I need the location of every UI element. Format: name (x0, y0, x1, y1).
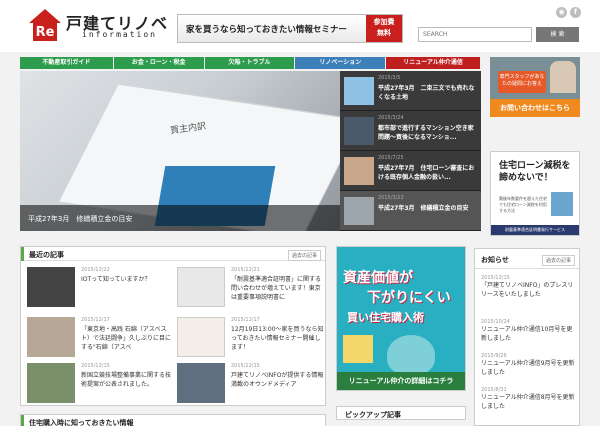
article-thumbnail (177, 267, 225, 307)
hero-list-item[interactable]: 2015/7/25 平成27年7月 住宅ローン審査における既存個人金融の扱い..… (340, 151, 481, 191)
house-illustration (343, 335, 373, 363)
rss-icon[interactable]: ◉ (556, 7, 567, 18)
staff-photo (550, 61, 576, 93)
facebook-icon[interactable]: f (570, 7, 581, 18)
seminar-banner[interactable]: 家を買うなら知っておきたい情報セミナー 参加費 無料 (177, 14, 403, 43)
nav-item-guide[interactable]: 不動産取引ガイド (20, 57, 113, 69)
ad-line-1: 資産価値が (343, 270, 413, 286)
contact-bubble: 専門スタッフがあなたの疑問にお答え (498, 71, 546, 93)
thumbnail (344, 197, 374, 225)
seminar-banner-text: 家を買うなら知っておきたい情報セミナー (186, 25, 347, 35)
nav-item-trouble[interactable]: 欠陥・トラブル (204, 57, 295, 69)
thumbnail (344, 77, 374, 105)
article-thumbnail (177, 363, 225, 403)
article-item[interactable]: 2015/12/15 戸建てリノベINFOが提供する情報満載のオウンドメディア (175, 363, 325, 411)
ad-line-2: 下がりにくい (367, 290, 451, 306)
news-item[interactable]: 2015/8/31 リニューアル仲介通信8月号を更新しました (481, 387, 577, 411)
mascot-illustration (387, 335, 435, 375)
main-nav: 不動産取引ガイド お金・ローン・税金 欠陥・トラブル リノベーション リニューア… (20, 57, 481, 69)
article-thumbnail (177, 317, 225, 357)
article-thumbnail (27, 317, 75, 357)
article-item[interactable]: 2015/12/17 「東京地・高践 石綿（アスベスト）で法廷闘争」久しぶりに目… (25, 317, 175, 365)
site-logo[interactable]: Re 戸建てリノベ information (28, 8, 167, 44)
nav-item-renewal[interactable]: リニューアル仲介通信 (386, 57, 480, 69)
news-panel: お知らせ 過去の記事 2015/12/15 「戸建てリノベINFO」のプレスリリ… (474, 248, 580, 426)
contact-button[interactable]: お問い合わせはこちら (490, 99, 580, 117)
section-pickup: ピックアップ記事 (336, 406, 466, 420)
loan-tax-body: 築後年数要件を超えた住宅でも住宅ローン減税を利用する方法 (499, 196, 547, 213)
hero-list-item[interactable]: 2015/3/24 都市部で進行するマンション空き家問題～買後になるマンショ..… (340, 111, 481, 151)
search-button[interactable]: 検 索 (536, 27, 579, 42)
loan-tax-headline: 住宅ローン減税を諦めないで！ (499, 161, 571, 183)
article-thumbnail (27, 267, 75, 307)
news-item[interactable]: 2015/9/26 リニューアル仲介通信9月号を更新しました (481, 353, 577, 377)
hero-slider[interactable]: 買主内訳 平成27年3月 修繕積立金の目安 (20, 71, 340, 231)
news-more-button[interactable]: 過去の記事 (541, 255, 575, 266)
ad-details-button[interactable]: リニューアル仲介の詳細はコチラ (337, 372, 465, 390)
news-title: お知らせ (481, 256, 509, 264)
article-item[interactable]: 2015/12/22 IOTって知っていますか？ (25, 267, 175, 315)
article-item[interactable]: 2015/12/21 「耐震基準適合証明書」に関する問い合わせが増えています！東… (175, 267, 325, 315)
article-thumbnail (27, 363, 75, 403)
svg-text:Re: Re (36, 25, 55, 40)
article-item[interactable]: 2015/12/15 新国立競技場整備事業に関する技術提案が公表されました。 (25, 363, 175, 411)
loan-tax-footer: 耐震基準適合証明書発行サービス (491, 225, 579, 235)
logo-subtitle: information (82, 30, 157, 39)
nav-item-renovation[interactable]: リノベーション (295, 57, 386, 69)
section-buy-info: 住宅購入時に知っておきたい情報 (20, 414, 326, 426)
ad-line-3: 買い住宅購入術 (347, 311, 424, 324)
header: Re 戸建てリノベ information 家を買うなら知っておきたい情報セミナ… (0, 0, 600, 52)
contact-ad[interactable]: 専門スタッフがあなたの疑問にお答え お問い合わせはこちら (490, 57, 580, 117)
hero-list-item-active[interactable]: 2015/3/22 平成27年3月 修繕積立金の目安 (340, 191, 481, 231)
loan-tax-ad[interactable]: 住宅ローン減税を諦めないで！ 築後年数要件を超えた住宅でも住宅ローン減税を利用す… (490, 151, 580, 236)
news-item[interactable]: 2015/10/24 リニューアル仲介通信10月号を更新しました (481, 319, 577, 343)
recent-title: 最近の記事 (29, 251, 64, 259)
news-item[interactable]: 2015/12/15 「戸建てリノベINFO」のプレスリリースをいたしました (481, 275, 577, 299)
nav-item-money[interactable]: お金・ローン・税金 (113, 57, 204, 69)
house-logo-icon: Re (29, 9, 61, 41)
thumbnail (344, 157, 374, 185)
renewal-brokerage-ad[interactable]: 資産価値が 下がりにくい 買い住宅購入術 リニューアル仲介の詳細はコチラ (336, 246, 466, 391)
search-input[interactable] (418, 27, 532, 42)
recent-articles: 最近の記事 過去の記事 2015/12/22 IOTって知っていますか？ 201… (20, 246, 326, 406)
hero-list: 2015/3/5 平成27年3月 二束三文でも売れなくなる土地 2015/3/2… (340, 71, 481, 231)
recent-more-button[interactable]: 過去の記事 (287, 250, 321, 261)
article-item[interactable]: 2015/12/17 12月19日13:00～家を買うなら知っておきたい情報セミ… (175, 317, 325, 365)
house-illustration-icon (551, 192, 573, 216)
hero-caption[interactable]: 平成27年3月 修繕積立金の目安 (20, 205, 340, 231)
thumbnail (344, 117, 374, 145)
free-badge: 参加費 無料 (366, 15, 402, 42)
hero-list-item[interactable]: 2015/3/5 平成27年3月 二束三文でも売れなくなる土地 (340, 71, 481, 111)
